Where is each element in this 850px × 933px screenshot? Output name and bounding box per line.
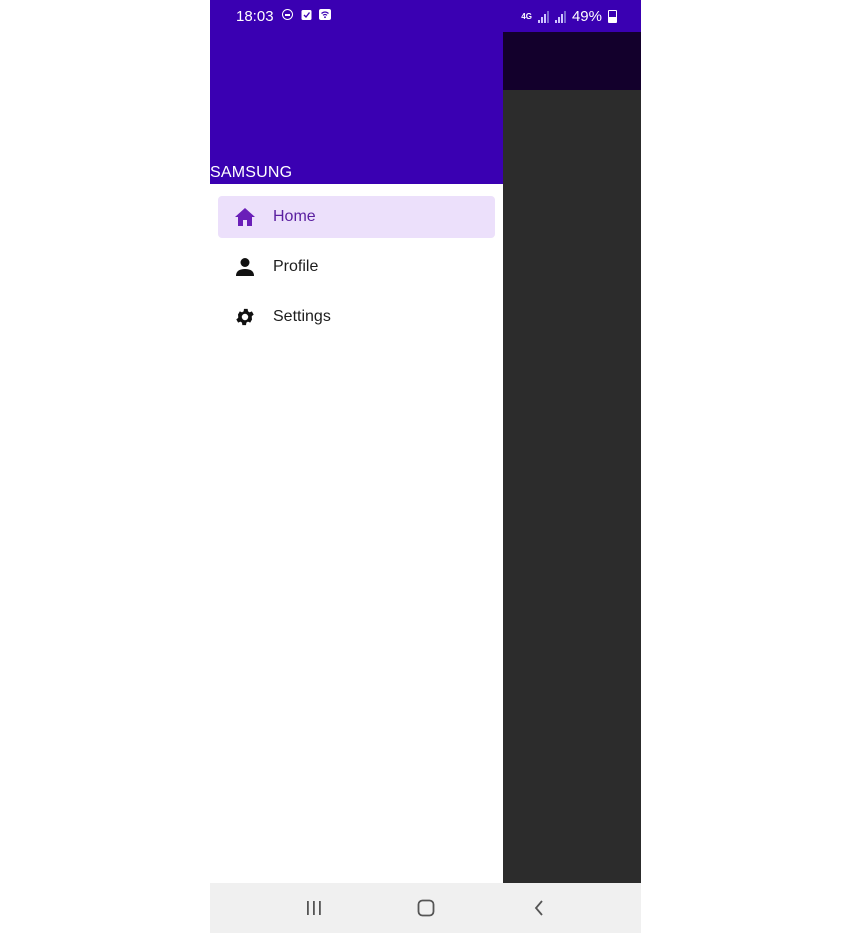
status-time: 18:03 bbox=[236, 8, 274, 25]
drawer-item-settings[interactable]: Settings bbox=[218, 296, 495, 338]
drawer-header-title: SAMSUNG bbox=[210, 164, 293, 181]
recent-apps-icon[interactable] bbox=[302, 896, 326, 920]
drawer-menu: Home Profile Settings bbox=[218, 196, 495, 346]
gear-icon bbox=[233, 305, 257, 329]
battery-icon bbox=[608, 10, 617, 23]
person-icon bbox=[233, 255, 257, 279]
status-right-group: 4G 49% bbox=[521, 8, 617, 25]
battery-percent: 49% bbox=[571, 8, 602, 25]
phone-screen: NT 18:03 4G 49% SAMSUNG bbox=[210, 0, 641, 933]
status-notification-icons bbox=[282, 9, 331, 21]
drawer-item-home[interactable]: Home bbox=[218, 196, 495, 238]
home-icon bbox=[233, 205, 257, 229]
drawer-item-label: Home bbox=[273, 208, 316, 225]
drawer-item-profile[interactable]: Profile bbox=[218, 246, 495, 288]
drawer-item-label: Settings bbox=[273, 308, 331, 325]
network-type-label: 4G bbox=[521, 11, 532, 21]
status-bar: 18:03 4G 49% bbox=[210, 0, 641, 32]
signal-strength-2-icon bbox=[554, 10, 566, 23]
signal-strength-1-icon bbox=[537, 10, 549, 23]
back-icon[interactable] bbox=[527, 896, 551, 920]
wifi-calling-icon bbox=[319, 9, 331, 21]
system-nav-bar bbox=[210, 883, 641, 933]
home-button-icon[interactable] bbox=[414, 896, 438, 920]
navigation-drawer: SAMSUNG Home Profile Settings bbox=[210, 0, 503, 883]
do-not-disturb-icon bbox=[282, 9, 293, 20]
drawer-item-label: Profile bbox=[273, 258, 319, 275]
calendar-check-icon bbox=[300, 9, 312, 21]
